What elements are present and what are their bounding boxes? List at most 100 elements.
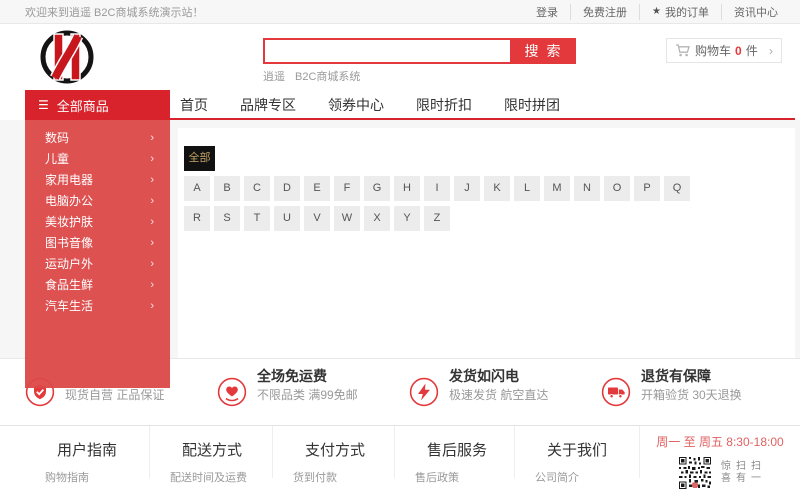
letter-box[interactable]: Y bbox=[394, 206, 420, 231]
feature-free-shipping: 全场免运费 不限品类 满99免邮 bbox=[217, 359, 409, 425]
letter-box[interactable]: A bbox=[184, 176, 210, 201]
letter-box[interactable]: L bbox=[514, 176, 540, 201]
chevron-right-icon bbox=[150, 300, 154, 312]
letter-box[interactable]: H bbox=[394, 176, 420, 201]
search-box: 搜索 bbox=[263, 38, 576, 64]
footer-column-title: 用户指南 bbox=[57, 442, 118, 459]
footer-link[interactable]: 购物指南 bbox=[25, 469, 149, 485]
category-item[interactable]: 儿童 bbox=[25, 148, 170, 169]
letter-box[interactable]: K bbox=[484, 176, 510, 201]
footer-link[interactable]: 售后政策 bbox=[395, 469, 514, 485]
letter-box[interactable]: M bbox=[544, 176, 570, 201]
letter-box[interactable]: Q bbox=[664, 176, 690, 201]
qr-block: 扫一扫有惊喜 bbox=[640, 457, 800, 489]
feature-subtitle: 极速发货 航空直达 bbox=[449, 388, 549, 402]
letter-box[interactable]: W bbox=[334, 206, 360, 231]
footer-service: 周一 至 周五 8:30-18:00 扫一扫有惊喜 bbox=[640, 426, 800, 489]
chevron-right-icon bbox=[150, 279, 154, 291]
feature-fast-delivery: 发货如闪电 极速发货 航空直达 bbox=[409, 359, 601, 425]
nav-link[interactable]: 领券中心 bbox=[328, 95, 384, 115]
chevron-right-icon bbox=[150, 132, 154, 144]
letter-box[interactable]: G bbox=[364, 176, 390, 201]
star-icon: ★ bbox=[652, 6, 661, 17]
letter-box[interactable]: O bbox=[604, 176, 630, 201]
search-button[interactable]: 搜索 bbox=[510, 38, 575, 64]
chevron-right-icon bbox=[150, 153, 154, 165]
feature-title: 发货如闪电 bbox=[449, 368, 519, 384]
category-menu: 数码 儿童 家用电器 电脑办公 美妆护肤 图书音像 运动户外 食品生鲜 汽车生活 bbox=[25, 120, 170, 388]
my-orders-link[interactable]: ★ 我的订单 bbox=[640, 3, 722, 20]
footer-link[interactable]: 货到付款 bbox=[273, 469, 394, 485]
category-item[interactable]: 电脑办公 bbox=[25, 190, 170, 211]
header: 搜索 逍遥 B2C商城系统 购物车 0 件 bbox=[0, 24, 800, 90]
footer-column-title: 配送方式 bbox=[182, 442, 243, 459]
topbar-links: 登录 免费注册 ★ 我的订单 资讯中心 bbox=[524, 3, 778, 20]
category-label: 美妆护肤 bbox=[45, 215, 94, 229]
category-label: 图书音像 bbox=[45, 236, 94, 250]
hot-word-link[interactable]: 逍遥 bbox=[263, 68, 285, 84]
nav-link[interactable]: 品牌专区 bbox=[240, 95, 296, 115]
letter-row-1-letters: ABCDEFGHIJKLMNOPQ bbox=[184, 176, 795, 201]
letter-box[interactable]: X bbox=[364, 206, 390, 231]
category-label: 电脑办公 bbox=[45, 194, 94, 208]
category-item[interactable]: 图书音像 bbox=[25, 232, 170, 253]
letter-box[interactable]: P bbox=[634, 176, 660, 201]
nav-link[interactable]: 首页 bbox=[180, 95, 208, 115]
category-item[interactable]: 汽车生活 bbox=[25, 295, 170, 316]
feature-subtitle: 现货自营 正品保证 bbox=[65, 388, 165, 402]
category-item[interactable]: 食品生鲜 bbox=[25, 274, 170, 295]
letter-box[interactable]: C bbox=[244, 176, 270, 201]
cart-count: 0 bbox=[735, 43, 742, 58]
letter-row-1: 全部 bbox=[184, 146, 795, 171]
topbar: 欢迎来到逍遥 B2C商城系统演示站！ 登录 免费注册 ★ 我的订单 资讯中心 bbox=[0, 0, 800, 24]
cart-unit: 件 bbox=[745, 44, 758, 58]
category-label: 家用电器 bbox=[45, 173, 94, 187]
letter-box[interactable]: R bbox=[184, 206, 210, 231]
feature-title: 全场免运费 bbox=[257, 368, 327, 384]
chevron-right-icon bbox=[150, 237, 154, 249]
letter-box[interactable]: D bbox=[274, 176, 300, 201]
main-nav: ☰ 全部商品 首页 品牌专区 领券中心 限时折扣 限时拼团 bbox=[0, 90, 800, 120]
qr-caption: 扫一扫有惊喜 bbox=[718, 460, 760, 484]
footer-column: 配送方式 配送时间及运费 bbox=[150, 426, 273, 484]
letter-box[interactable]: Z bbox=[424, 206, 450, 231]
nav-link[interactable]: 限时拼团 bbox=[504, 95, 560, 115]
search-input[interactable] bbox=[265, 40, 510, 62]
all-categories-button[interactable]: ☰ 全部商品 bbox=[25, 90, 170, 120]
category-item[interactable]: 美妆护肤 bbox=[25, 211, 170, 232]
category-item[interactable]: 数码 bbox=[25, 127, 170, 148]
news-center-link[interactable]: 资讯中心 bbox=[722, 4, 778, 20]
footer-column-title: 售后服务 bbox=[427, 442, 488, 459]
letter-box[interactable]: B bbox=[214, 176, 240, 201]
footer-link[interactable]: 公司简介 bbox=[515, 469, 639, 485]
register-link[interactable]: 免费注册 bbox=[571, 3, 641, 20]
feature-title: 退货有保障 bbox=[641, 368, 711, 384]
letter-all-selected[interactable]: 全部 bbox=[184, 146, 215, 171]
chevron-right-icon bbox=[150, 195, 154, 207]
chevron-right-icon bbox=[150, 258, 154, 270]
letter-box[interactable]: J bbox=[454, 176, 480, 201]
letter-box[interactable]: N bbox=[574, 176, 600, 201]
service-hours: 周一 至 周五 8:30-18:00 bbox=[656, 435, 784, 449]
letter-box[interactable]: U bbox=[274, 206, 300, 231]
letter-box[interactable]: S bbox=[214, 206, 240, 231]
letter-box[interactable]: T bbox=[244, 206, 270, 231]
login-link[interactable]: 登录 bbox=[524, 3, 572, 20]
category-item[interactable]: 家用电器 bbox=[25, 169, 170, 190]
nav-link[interactable]: 限时折扣 bbox=[416, 95, 472, 115]
footer-column-title: 支付方式 bbox=[305, 442, 366, 459]
cart-button[interactable]: 购物车 0 件 bbox=[666, 38, 782, 63]
heart-hands-icon bbox=[217, 377, 247, 407]
chevron-right-icon bbox=[150, 174, 154, 186]
letter-box[interactable]: E bbox=[304, 176, 330, 201]
footer-columns: 用户指南 购物指南 配送方式 配送时间及运费 支付方式 货到付款 售后服务 售后… bbox=[25, 426, 640, 484]
site-logo[interactable] bbox=[25, 28, 109, 86]
footer-link[interactable]: 配送时间及运费 bbox=[150, 469, 272, 485]
footer-column: 支付方式 货到付款 bbox=[273, 426, 395, 484]
letter-box[interactable]: F bbox=[334, 176, 360, 201]
letter-box[interactable]: V bbox=[304, 206, 330, 231]
category-item[interactable]: 运动户外 bbox=[25, 253, 170, 274]
letter-box[interactable]: I bbox=[424, 176, 450, 201]
feature-subtitle: 开箱验货 30天退换 bbox=[641, 388, 742, 402]
hot-word-link[interactable]: B2C商城系统 bbox=[295, 68, 360, 84]
